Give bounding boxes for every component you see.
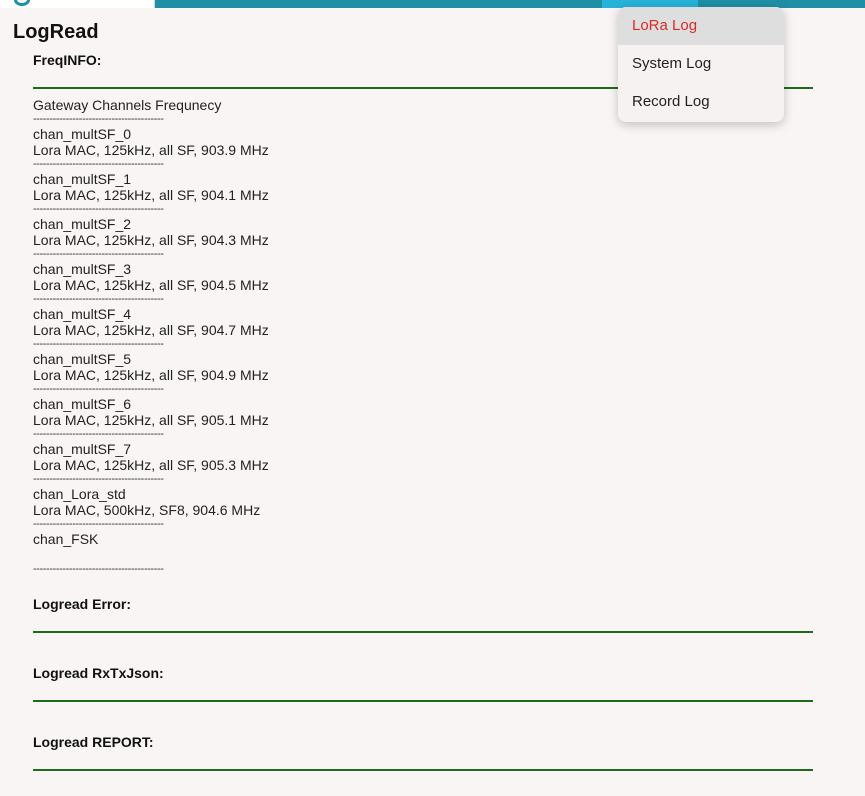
separator-line: ---------------------------------------- [33,203,164,215]
channel-detail: Lora MAC, 125kHz, all SF, 905.1 MHz [33,412,269,428]
channel-detail: Lora MAC, 125kHz, all SF, 904.3 MHz [33,232,269,248]
logo-tab[interactable] [0,0,155,8]
menu-item-system-log[interactable]: System Log [618,45,784,83]
channel-list: ----------------------------------------… [33,113,813,576]
log-content: FreqINFO: Gateway Channels Frequnecy ---… [33,52,813,771]
separator-line: ---------------------------------------- [33,338,164,350]
channel-name: chan_multSF_4 [33,306,132,322]
channel-name: chan_multSF_0 [33,126,132,142]
separator-line: ---------------------------------------- [33,518,164,530]
menu-item-lora-log[interactable]: LoRa Log [618,7,784,45]
channel-name: chan_multSF_5 [33,351,132,367]
separator-line: ---------------------------------------- [33,248,164,260]
separator-line: ---------------------------------------- [33,473,164,485]
channel-detail: Lora MAC, 125kHz, all SF, 904.1 MHz [33,187,269,203]
logread-rxtxjson-heading: Logread RxTxJson: [33,665,164,681]
channel-name: chan_Lora_std [33,486,126,502]
logread-error-heading: Logread Error: [33,596,132,612]
separator-line: ---------------------------------------- [33,158,164,170]
channel-name: chan_multSF_7 [33,441,132,457]
menu-item-record-log[interactable]: Record Log [618,83,784,121]
channel-detail [33,547,813,563]
section-divider [33,769,813,771]
separator-line: ---------------------------------------- [33,563,164,575]
freq-info-output: Gateway Channels Frequnecy -------------… [33,97,813,576]
separator-line: ---------------------------------------- [33,293,164,305]
channel-name: chan_multSF_1 [33,171,132,187]
channel-detail: Lora MAC, 125kHz, all SF, 904.5 MHz [33,277,269,293]
separator-line: ---------------------------------------- [33,428,164,440]
channel-detail: Lora MAC, 125kHz, all SF, 904.7 MHz [33,322,269,338]
logread-report-heading: Logread REPORT: [33,734,154,750]
log-dropdown-menu: LoRa Log System Log Record Log [618,7,784,122]
logo-icon [14,0,30,6]
separator-line: ---------------------------------------- [33,383,164,395]
channel-name: chan_multSF_2 [33,216,132,232]
channel-detail: Lora MAC, 125kHz, all SF, 903.9 MHz [33,142,269,158]
channel-name: chan_multSF_6 [33,396,132,412]
channel-name: chan_FSK [33,531,99,547]
channel-detail: Lora MAC, 125kHz, all SF, 904.9 MHz [33,367,269,383]
page-title: LogRead [13,21,99,43]
channel-name: chan_multSF_3 [33,261,132,277]
channel-detail: Lora MAC, 125kHz, all SF, 905.3 MHz [33,457,269,473]
channel-detail: Lora MAC, 500kHz, SF8, 904.6 MHz [33,502,261,518]
